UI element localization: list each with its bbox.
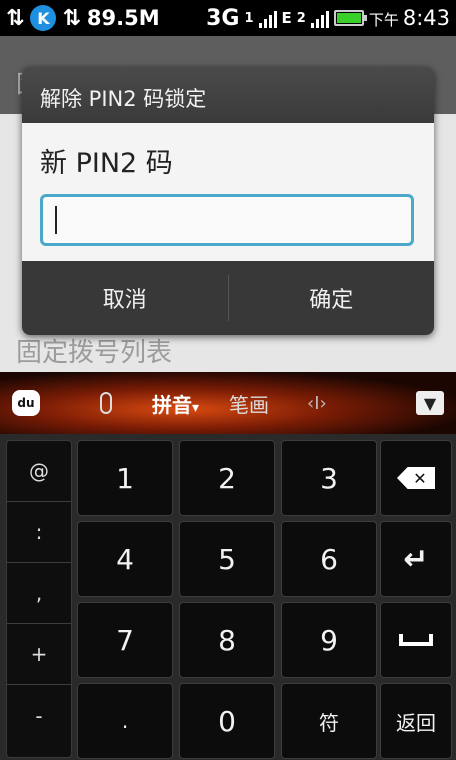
time: 8:43 bbox=[402, 6, 450, 30]
symbol-key-plus[interactable]: + bbox=[7, 624, 71, 685]
symbol-mode-button[interactable]: 符 bbox=[281, 683, 377, 759]
text-caret bbox=[55, 206, 57, 234]
ok-button[interactable]: 确定 bbox=[229, 261, 435, 335]
dialog-body: 新 PIN2 码 bbox=[22, 123, 434, 261]
clock: 下午 8:43 bbox=[369, 6, 450, 30]
sync-icon: ⇅ bbox=[62, 5, 81, 31]
signal-strength-2-icon bbox=[310, 8, 329, 28]
space-button[interactable] bbox=[380, 602, 452, 678]
key-7[interactable]: 7 bbox=[77, 602, 173, 678]
sim1-label: 1 bbox=[244, 10, 254, 26]
cancel-button[interactable]: 取消 bbox=[22, 261, 228, 335]
symbol-column: @ : , + - bbox=[6, 440, 72, 758]
stroke-mode-button[interactable]: 笔画 bbox=[229, 389, 269, 418]
network-e-icon: E bbox=[281, 9, 292, 27]
key-6[interactable]: 6 bbox=[281, 521, 377, 597]
signal-strength-icon bbox=[258, 8, 277, 28]
sim2-label: 2 bbox=[296, 10, 306, 26]
key-dot[interactable]: . bbox=[77, 683, 173, 759]
dialog-title: 解除 PIN2 码锁定 bbox=[22, 67, 434, 123]
key-8[interactable]: 8 bbox=[179, 602, 275, 678]
ime-toolbar: du 拼音▾ 笔画 ‹I› ▼ bbox=[0, 372, 456, 434]
key-4[interactable]: 4 bbox=[77, 521, 173, 597]
back-button[interactable]: 返回 bbox=[380, 683, 452, 759]
new-pin2-input[interactable] bbox=[40, 194, 414, 246]
backspace-button[interactable]: ✕ bbox=[380, 440, 452, 516]
network-3g-icon: 3G bbox=[206, 5, 240, 31]
key-5[interactable]: 5 bbox=[179, 521, 275, 597]
pinyin-dropdown-icon: ▾ bbox=[192, 399, 200, 416]
enter-button[interactable]: ↵ bbox=[380, 521, 452, 597]
key-3[interactable]: 3 bbox=[281, 440, 377, 516]
pinyin-label: 拼音 bbox=[152, 392, 192, 417]
dialog-buttons: 取消 确定 bbox=[22, 261, 434, 335]
symbol-key-comma[interactable]: , bbox=[7, 563, 71, 624]
fixed-dialing-list-hint: 固定拨号列表 bbox=[16, 338, 173, 368]
space-icon bbox=[399, 634, 433, 646]
symbol-key-at[interactable]: @ bbox=[7, 441, 71, 502]
symbol-key-minus[interactable]: - bbox=[7, 685, 71, 746]
new-pin2-label: 新 PIN2 码 bbox=[40, 148, 173, 179]
battery-icon bbox=[333, 10, 367, 26]
microphone-icon[interactable] bbox=[100, 392, 112, 414]
symbol-key-colon[interactable]: : bbox=[7, 502, 71, 563]
key-0[interactable]: 0 bbox=[179, 683, 275, 759]
cursor-move-icon[interactable]: ‹I› bbox=[307, 393, 327, 414]
status-bar: ⇅ K ⇅ 89.5M 3G 1 E 2 下午 8:43 bbox=[0, 0, 456, 36]
key-1[interactable]: 1 bbox=[77, 440, 173, 516]
upload-download-icon: ⇅ bbox=[6, 5, 25, 31]
hide-keyboard-icon[interactable]: ▼ bbox=[416, 391, 444, 415]
key-2[interactable]: 2 bbox=[179, 440, 275, 516]
time-prefix: 下午 bbox=[368, 11, 399, 29]
pinyin-mode-button[interactable]: 拼音▾ bbox=[152, 389, 199, 418]
key-9[interactable]: 9 bbox=[281, 602, 377, 678]
baidu-ime-logo-icon[interactable]: du bbox=[12, 390, 40, 416]
backspace-icon: ✕ bbox=[397, 467, 435, 489]
data-speed: 89.5M bbox=[86, 6, 160, 30]
k-app-icon: K bbox=[30, 5, 57, 31]
numeric-keyboard: @ : , + - 1 2 3 ✕ 4 5 6 ↵ 7 8 9 . 0 符 返回 bbox=[0, 434, 456, 760]
enter-icon: ↵ bbox=[403, 541, 429, 577]
unlock-pin2-dialog: 解除 PIN2 码锁定 新 PIN2 码 取消 确定 bbox=[22, 67, 434, 335]
